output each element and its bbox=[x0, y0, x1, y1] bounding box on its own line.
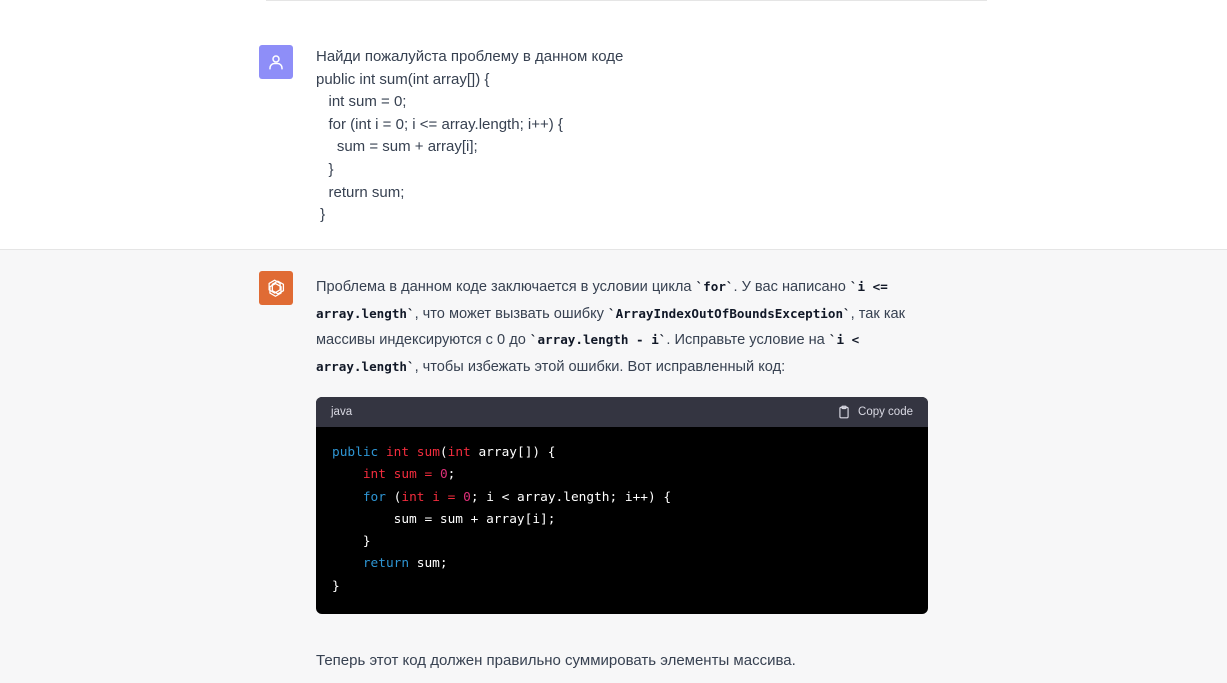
code-block: java Copy code public int sum(int array[… bbox=[316, 397, 928, 614]
code-line: } bbox=[332, 578, 340, 594]
inline-code: `array.length - i` bbox=[529, 332, 667, 347]
code-token: 0 bbox=[439, 467, 448, 483]
code-language-label: java bbox=[331, 406, 353, 418]
code-token: ; bbox=[447, 467, 456, 483]
code-line: public int sum(int array[]) { bbox=[332, 442, 912, 464]
code-line: int sum = 0; bbox=[332, 464, 912, 486]
assistant-message-intro: Проблема в данном коде заключается в усл… bbox=[316, 274, 928, 380]
top-divider bbox=[266, 0, 987, 1]
copy-code-label: Copy code bbox=[858, 406, 913, 418]
code-line: return sum; bbox=[332, 553, 912, 575]
user-icon bbox=[269, 55, 283, 70]
code-token: int bbox=[385, 445, 410, 460]
code-line: } bbox=[332, 534, 371, 550]
user-message-line: public int sum(int array[]) { bbox=[316, 70, 490, 88]
code-token: public bbox=[332, 445, 379, 460]
code-token: int bbox=[447, 445, 471, 460]
code-token: int bbox=[401, 489, 425, 505]
code-token: ( bbox=[439, 445, 448, 460]
user-message-line: for (int i = 0; i <= array.length; i++) … bbox=[316, 115, 563, 133]
code-token: sum; bbox=[409, 556, 448, 572]
assistant-avatar bbox=[259, 271, 293, 305]
user-avatar bbox=[259, 45, 293, 79]
code-line: for (int i = 0; i < array.length; i++) { bbox=[332, 487, 912, 509]
copy-code-button[interactable]: Copy code bbox=[837, 405, 913, 419]
code-token: for bbox=[362, 489, 386, 505]
openai-logo-icon bbox=[268, 279, 285, 297]
user-message-text: Найди пожалуйста проблему в данном коде … bbox=[316, 46, 996, 227]
code-token: ; i < array.length; i++) { bbox=[470, 489, 672, 505]
user-message-line: } bbox=[316, 160, 334, 178]
code-token: sum bbox=[393, 467, 417, 483]
intro-text: . У вас написано bbox=[733, 279, 850, 295]
user-message-line: } bbox=[316, 206, 326, 224]
inline-code: `ArrayIndexOutOfBoundsException` bbox=[608, 305, 851, 321]
user-message-line: return sum; bbox=[316, 183, 405, 201]
code-token: sum bbox=[416, 445, 440, 460]
assistant-message-outro: Теперь этот код должен правильно суммиро… bbox=[316, 652, 796, 669]
code-block-header: java Copy code bbox=[316, 397, 928, 427]
code-token: ( bbox=[385, 489, 402, 505]
clipboard-icon bbox=[839, 405, 849, 419]
intro-text: , чтобы избежать этой ошибки. Вот исправ… bbox=[414, 358, 786, 375]
code-line: sum = sum + array[i]; bbox=[332, 511, 556, 527]
user-message-line: sum = sum + array[i]; bbox=[316, 138, 478, 156]
inline-code: `for` bbox=[695, 279, 734, 294]
user-message-line: Найди пожалуйста проблему в данном коде bbox=[316, 48, 624, 65]
code-content: public int sum(int array[]) { int sum = … bbox=[316, 427, 928, 598]
intro-text: . Исправьте условие на bbox=[666, 332, 829, 348]
code-token: array[]) { bbox=[470, 445, 556, 460]
intro-text: , что может вызвать ошибку bbox=[414, 305, 608, 322]
code-token: 0 bbox=[463, 489, 471, 505]
user-message-line: int sum = 0; bbox=[316, 93, 407, 111]
intro-text: Проблема в данном коде заключается в усл… bbox=[316, 279, 696, 295]
code-token: return bbox=[362, 556, 410, 572]
code-token: i bbox=[432, 489, 440, 505]
code-token: int bbox=[362, 467, 386, 483]
